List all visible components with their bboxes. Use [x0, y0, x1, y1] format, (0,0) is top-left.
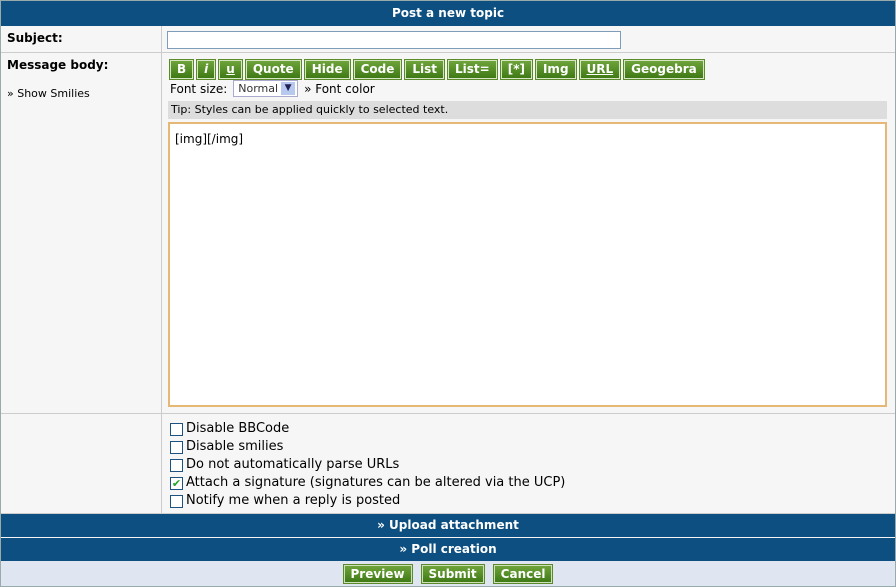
- subject-row: Subject:: [1, 26, 895, 53]
- options-row: Disable BBCode Disable smilies Do not auto…: [1, 414, 895, 514]
- option-label: Disable BBCode: [186, 421, 290, 436]
- message-row: Message body: » Show Smilies Bi u Quote Hid…: [1, 53, 895, 414]
- preview-button[interactable]: Preview: [342, 563, 413, 584]
- show-smilies-link[interactable]: » Show Smilies: [7, 87, 155, 100]
- option-label: Disable smilies: [186, 439, 284, 454]
- bbcode-button-3[interactable]: Quote: [244, 59, 302, 80]
- checkbox[interactable]: [170, 422, 183, 436]
- post-form: Post a new topic Subject: Message body: …: [0, 0, 896, 587]
- option-item[interactable]: Do not automatically parse URLs: [170, 456, 565, 474]
- bbcode-button-2[interactable]: u: [218, 59, 243, 80]
- checkbox[interactable]: [170, 458, 183, 472]
- checkbox[interactable]: ✔: [170, 476, 183, 490]
- message-label: Message body:: [7, 58, 109, 72]
- upload-attachment-toggle[interactable]: » Upload attachment: [1, 514, 895, 537]
- cancel-button[interactable]: Cancel: [492, 563, 554, 584]
- poll-creation-toggle[interactable]: » Poll creation: [1, 538, 895, 561]
- option-item[interactable]: Disable smilies: [170, 438, 565, 456]
- subject-label: Subject:: [1, 26, 162, 52]
- bbcode-button-8[interactable]: [*]: [499, 59, 533, 80]
- font-size-select[interactable]: Normal ▼: [233, 80, 299, 97]
- message-textarea[interactable]: [img][/img]: [168, 122, 887, 407]
- form-actions: Preview Submit Cancel: [1, 561, 895, 586]
- font-size-label: Font size:: [170, 81, 228, 96]
- font-color-link[interactable]: » Font color: [304, 82, 375, 96]
- bbcode-button-6[interactable]: List: [404, 59, 446, 80]
- bbcode-button-11[interactable]: Geogebra: [623, 59, 705, 80]
- option-label: Attach a signature (signatures can be al…: [186, 475, 566, 490]
- option-item[interactable]: ✔ Attach a signature (signatures can be a…: [170, 474, 565, 492]
- bbcode-button-10[interactable]: URL: [578, 59, 622, 80]
- options-list: Disable BBCode Disable smilies Do not auto…: [170, 420, 565, 510]
- option-label: Notify me when a reply is posted: [186, 493, 401, 508]
- bbcode-button-9[interactable]: Img: [534, 59, 577, 80]
- option-label: Do not automatically parse URLs: [186, 457, 400, 472]
- subject-input[interactable]: [167, 31, 621, 49]
- bbcode-button-0[interactable]: B: [168, 59, 195, 80]
- tip-text: Tip: Styles can be applied quickly to se…: [168, 101, 887, 119]
- bbcode-toolbar: Bi u Quote Hide Code List List= [*] Img URL Geogeb…: [168, 59, 705, 80]
- page-title: Post a new topic: [1, 1, 895, 26]
- font-size-value: Normal: [238, 82, 279, 95]
- submit-button[interactable]: Submit: [420, 563, 485, 584]
- checkbox[interactable]: [170, 440, 183, 454]
- bbcode-button-7[interactable]: List=: [447, 59, 498, 80]
- bbcode-button-1[interactable]: i: [196, 59, 217, 80]
- checkbox[interactable]: [170, 494, 183, 508]
- bbcode-button-5[interactable]: Code: [352, 59, 403, 80]
- bbcode-button-4[interactable]: Hide: [303, 59, 351, 80]
- chevron-down-icon: ▼: [281, 82, 296, 95]
- option-item[interactable]: Notify me when a reply is posted: [170, 492, 565, 510]
- option-item[interactable]: Disable BBCode: [170, 420, 565, 438]
